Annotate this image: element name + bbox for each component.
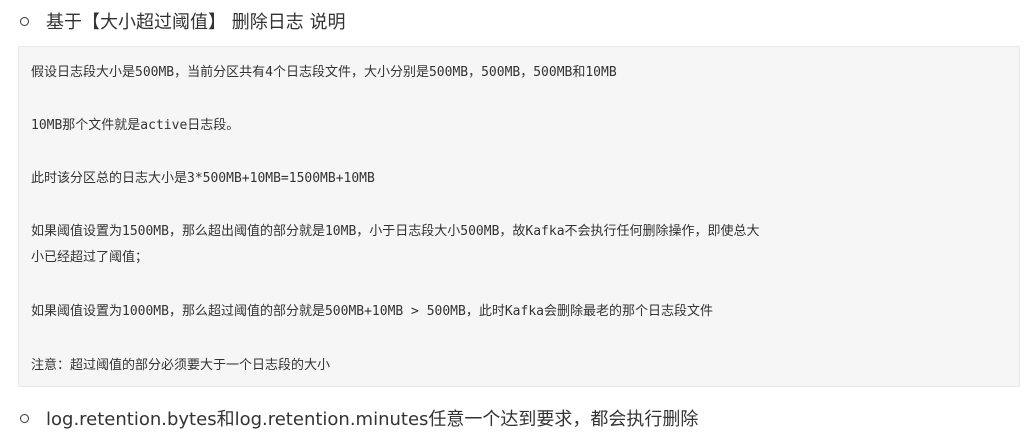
footer-text: log.retention.bytes和log.retention.minute… — [46, 409, 699, 430]
footer-list-item: log.retention.bytes和log.retention.minute… — [20, 404, 698, 432]
code-line-6: 如果阈值设置为1000MB，那么超过阈值的部分就是500MB+10MB > 50… — [31, 304, 713, 319]
code-line-4: 如果阈值设置为1500MB，那么超出阈值的部分就是10MB，小于日志段大小500… — [31, 224, 760, 239]
code-line-5: 小已经超过了阈值； — [31, 250, 149, 265]
code-block: 假设日志段大小是500MB，当前分区共有4个日志段文件，大小分别是500MB，5… — [18, 46, 1020, 387]
code-line-1: 假设日志段大小是500MB，当前分区共有4个日志段文件，大小分别是500MB，5… — [31, 65, 617, 80]
code-line-2: 10MB那个文件就是active日志段。 — [31, 118, 240, 133]
heading-list-item: 基于【大小超过阈值】 删除日志 说明 — [20, 8, 345, 34]
code-line-7: 注意：超过阈值的部分必须要大于一个日志段的大小 — [31, 358, 331, 373]
circle-bullet-icon — [20, 16, 29, 26]
code-line-3: 此时该分区总的日志大小是3*500MB+10MB=1500MB+10MB — [31, 171, 375, 186]
heading-text: 基于【大小超过阈值】 删除日志 说明 — [46, 12, 346, 33]
circle-bullet-icon — [20, 413, 29, 423]
